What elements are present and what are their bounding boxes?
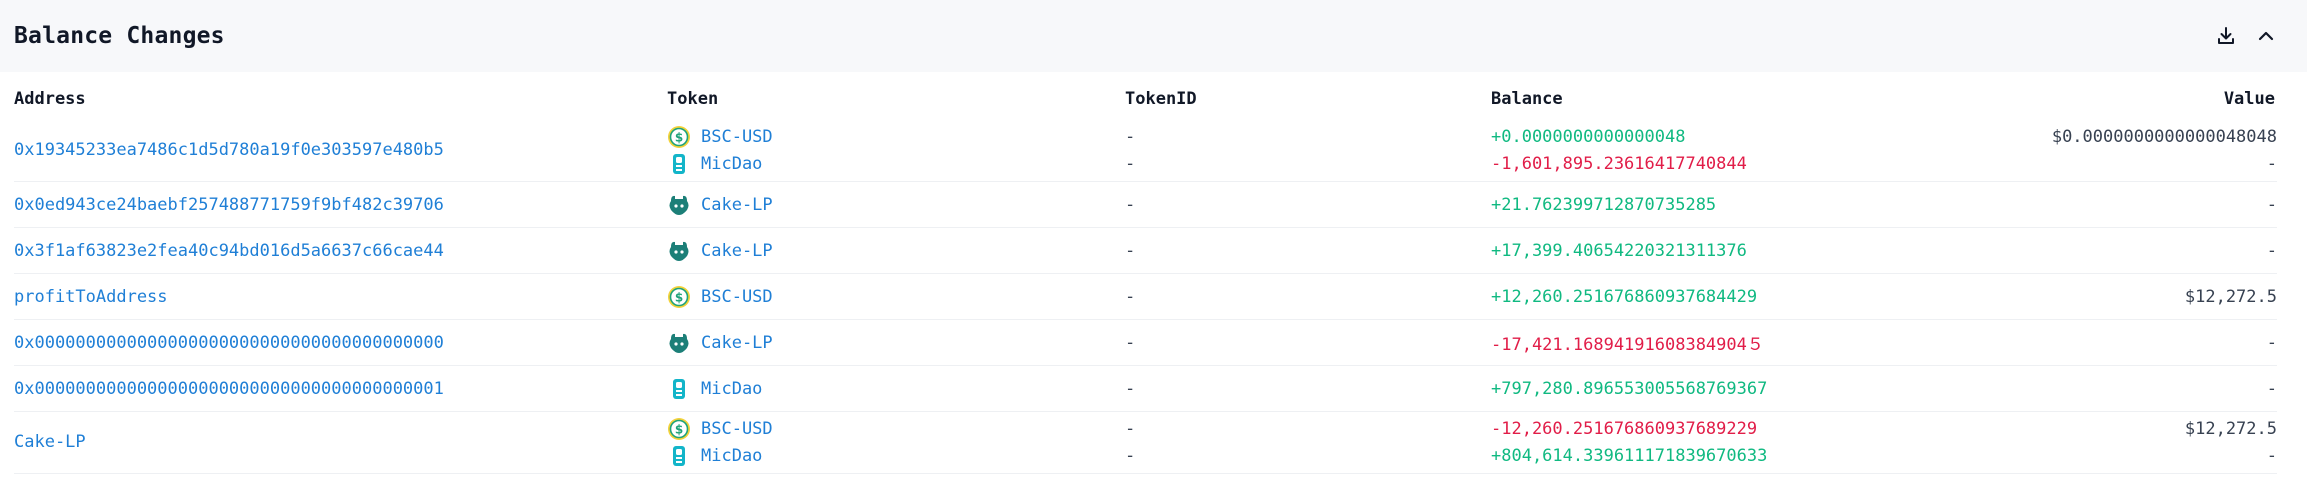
download-icon[interactable] (2215, 25, 2237, 47)
value-amount: - (2266, 445, 2277, 466)
column-header-balance: Balance (1491, 89, 1563, 109)
column-header-value: Value (2223, 89, 2275, 109)
table-row: 0x19345233ea7486c1d5d780a19f0e303597e480… (14, 120, 2277, 182)
address-link[interactable]: 0x3f1af63823e2fea40c94bd016d5a6637c66cae… (14, 241, 444, 261)
token-id: - (1125, 153, 1136, 174)
table-row: profitToAddress $ BSC-USD - +12,260.25167686… (14, 274, 2277, 320)
token-link[interactable]: Cake-LP (701, 333, 773, 353)
token-link[interactable]: MicDao (701, 379, 762, 399)
table-row: 0x3f1af63823e2fea40c94bd016d5a6637c66cae… (14, 228, 2277, 274)
column-header-tokenid: TokenID (1125, 89, 1197, 109)
column-header-token: Token (667, 89, 719, 109)
micdao-icon (667, 444, 691, 468)
table-row: 0x00000000000000000000000000000000000000… (14, 320, 2277, 366)
token-id: - (1125, 126, 1136, 147)
table-row: 0x00000000000000000000000000000000000000… (14, 366, 2277, 412)
token-cell: MicDao (667, 150, 762, 177)
token-cell: Cake-LP (667, 191, 773, 218)
column-header-address: Address (14, 89, 86, 109)
balance-change: +797,280.896553005568769367 (1491, 378, 1768, 399)
panel-title: Balance Changes (14, 23, 225, 49)
value-amount: $12,272.5 (2184, 286, 2277, 307)
svg-text:$: $ (675, 422, 683, 436)
address-link[interactable]: 0x0ed943ce24baebf257488771759f9bf482c397… (14, 195, 444, 215)
token-link[interactable]: Cake-LP (701, 195, 773, 215)
balance-change: -17,421.16894191608384904５ (1491, 335, 1764, 355)
address-link[interactable]: profitToAddress (14, 287, 168, 307)
cake-lp-icon (667, 239, 691, 263)
address-link[interactable]: 0x19345233ea7486c1d5d780a19f0e303597e480… (14, 140, 444, 160)
address-link[interactable]: 0x00000000000000000000000000000000000000… (14, 379, 444, 399)
table-row: 0x0ed943ce24baebf257488771759f9bf482c397… (14, 182, 2277, 228)
token-link[interactable]: MicDao (701, 154, 762, 174)
balance-change: +17,399.40654220321311376 (1491, 240, 1747, 261)
token-link[interactable]: BSC-USD (701, 287, 773, 307)
value-amount: - (2266, 240, 2277, 261)
token-cell: $ BSC-USD (667, 415, 773, 442)
svg-text:$: $ (675, 290, 683, 304)
value-amount: - (2266, 332, 2277, 353)
balance-changes-panel: Balance Changes Address Token TokenID Ba… (0, 0, 2307, 492)
value-amount: - (2266, 153, 2277, 174)
token-id: - (1125, 378, 1136, 399)
svg-text:$: $ (675, 130, 683, 144)
balance-change: +804,614.339611171839670633 (1491, 445, 1768, 466)
balance-table: Address Token TokenID Balance Value 0x19… (0, 80, 2307, 474)
micdao-icon (667, 377, 691, 401)
panel-header: Balance Changes (0, 0, 2307, 72)
token-link[interactable]: BSC-USD (701, 419, 773, 439)
bsc-usd-coin-icon: $ (667, 417, 691, 441)
bsc-usd-coin-icon: $ (667, 125, 691, 149)
token-id: - (1125, 194, 1136, 215)
cake-lp-icon (667, 193, 691, 217)
bsc-usd-coin-icon: $ (667, 285, 691, 309)
token-link[interactable]: Cake-LP (701, 241, 773, 261)
address-link[interactable]: Cake-LP (14, 432, 86, 452)
token-link[interactable]: BSC-USD (701, 127, 773, 147)
balance-change: -1,601,895.23616417740844 (1491, 153, 1747, 174)
token-id: - (1125, 445, 1136, 466)
value-amount: - (2266, 194, 2277, 215)
table-header: Address Token TokenID Balance Value (0, 80, 2307, 120)
table-row: Cake-LP $ BSC-USD - -12,260.2516768609376892… (14, 412, 2277, 474)
value-amount: $0.0000000000000048048 (2051, 126, 2277, 147)
token-cell: Cake-LP (667, 237, 773, 264)
chevron-up-icon[interactable] (2255, 25, 2277, 47)
value-amount: $12,272.5 (2184, 418, 2277, 439)
token-id: - (1125, 286, 1136, 307)
token-id: - (1125, 240, 1136, 261)
cake-lp-icon (667, 331, 691, 355)
value-amount: - (2266, 378, 2277, 399)
header-actions (2215, 25, 2293, 47)
token-cell: $ BSC-USD (667, 123, 773, 150)
token-cell: MicDao (667, 442, 762, 469)
micdao-icon (667, 152, 691, 176)
balance-change: +12,260.251676860937684429 (1491, 286, 1758, 307)
table-body: 0x19345233ea7486c1d5d780a19f0e303597e480… (0, 120, 2307, 474)
token-link[interactable]: MicDao (701, 446, 762, 466)
balance-change: -12,260.251676860937689229 (1491, 418, 1758, 439)
token-cell: MicDao (667, 375, 762, 402)
token-cell: Cake-LP (667, 329, 773, 356)
address-link[interactable]: 0x00000000000000000000000000000000000000… (14, 333, 444, 353)
balance-change: +0.0000000000000048 (1491, 126, 1686, 147)
token-id: - (1125, 418, 1136, 439)
token-id: - (1125, 332, 1136, 353)
token-cell: $ BSC-USD (667, 283, 773, 310)
balance-change: +21.762399712870735285 (1491, 194, 1717, 215)
